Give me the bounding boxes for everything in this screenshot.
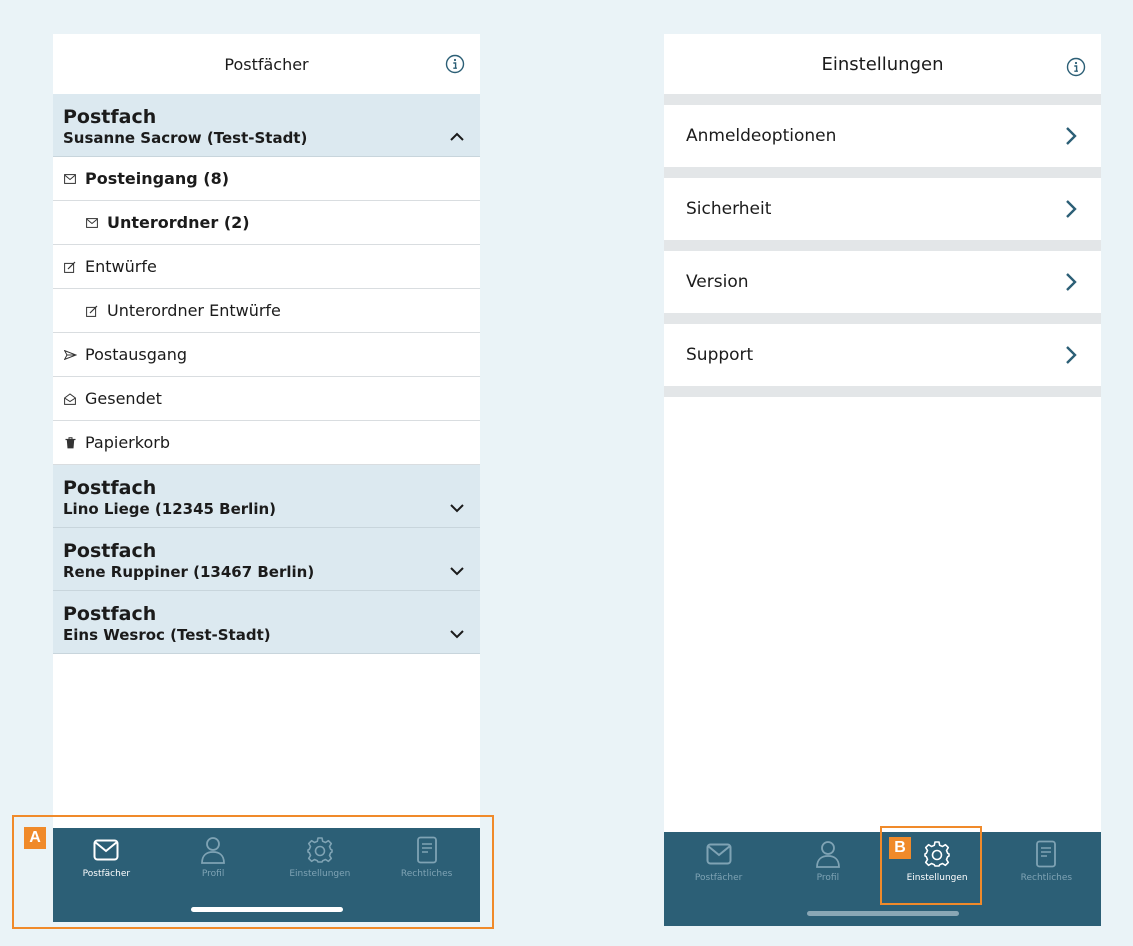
chevron-right-icon <box>1063 199 1079 219</box>
home-indicator <box>806 911 959 916</box>
tab-label: Postfächer <box>694 873 743 883</box>
mailbox-heading: Postfach <box>63 106 157 128</box>
envelope-icon <box>705 840 733 868</box>
folder-row-unterordner-entwuerfe[interactable]: Unterordner Entwürfe <box>53 289 480 333</box>
folder-row-postausgang[interactable]: Postausgang <box>53 333 480 377</box>
divider <box>664 167 1101 178</box>
top-bar: Einstellungen <box>664 34 1101 94</box>
open-envelope-icon <box>63 392 77 406</box>
tab-label: Profil <box>816 873 840 883</box>
tab-label: Rechtliches <box>1020 873 1073 883</box>
folder-label: Unterordner Entwürfe <box>107 301 281 320</box>
folder-label: Unterordner (2) <box>107 213 250 232</box>
folder-row-entwuerfe[interactable]: Entwürfe <box>53 245 480 289</box>
mailbox-owner: Eins Wesroc (Test-Stadt) <box>63 626 271 644</box>
callout-frame-a <box>12 815 494 929</box>
mailbox-heading: Postfach <box>63 540 157 562</box>
mailbox-owner: Rene Ruppiner (13467 Berlin) <box>63 563 315 581</box>
chevron-up-icon[interactable] <box>448 128 466 146</box>
folder-row-papierkorb[interactable]: Papierkorb <box>53 421 480 465</box>
settings-item-sicherheit[interactable]: Sicherheit <box>664 178 1101 240</box>
trash-icon <box>63 436 77 450</box>
mailbox-header-collapsed[interactable]: Postfach Eins Wesroc (Test-Stadt) <box>53 591 480 654</box>
edit-icon <box>63 260 77 274</box>
info-icon[interactable] <box>1065 56 1087 78</box>
top-bar: Postfächer <box>53 34 480 94</box>
settings-item-support[interactable]: Support <box>664 324 1101 386</box>
send-icon <box>63 348 77 362</box>
folder-row-gesendet[interactable]: Gesendet <box>53 377 480 421</box>
settings-item-anmeldeoptionen[interactable]: Anmeldeoptionen <box>664 105 1101 167</box>
folder-label: Postausgang <box>85 345 188 364</box>
chevron-right-icon <box>1063 126 1079 146</box>
document-icon <box>1032 840 1060 868</box>
page-title: Einstellungen <box>821 53 944 75</box>
mailbox-heading: Postfach <box>63 477 157 499</box>
mailbox-owner: Lino Liege (12345 Berlin) <box>63 500 276 518</box>
folder-label: Entwürfe <box>85 257 157 276</box>
folder-row-unterordner[interactable]: Unterordner (2) <box>53 201 480 245</box>
tab-rechtliches[interactable]: Rechtliches <box>992 840 1101 926</box>
divider <box>664 240 1101 251</box>
divider <box>664 386 1101 397</box>
settings-item-label: Sicherheit <box>686 199 772 219</box>
chevron-down-icon[interactable] <box>448 562 466 580</box>
mailbox-header-collapsed[interactable]: Postfach Rene Ruppiner (13467 Berlin) <box>53 528 480 591</box>
user-icon <box>814 840 842 868</box>
info-icon[interactable] <box>444 53 466 75</box>
folder-label: Gesendet <box>85 389 162 408</box>
edit-icon <box>85 304 99 318</box>
settings-item-version[interactable]: Version <box>664 251 1101 313</box>
tab-postfaecher[interactable]: Postfächer <box>664 840 773 926</box>
mailbox-heading: Postfach <box>63 603 157 625</box>
page-title: Postfächer <box>224 54 309 74</box>
chevron-right-icon <box>1063 272 1079 292</box>
chevron-down-icon[interactable] <box>448 499 466 517</box>
callout-badge-a: A <box>24 827 46 849</box>
settings-screen: Einstellungen Anmeldeoptionen Sicherheit… <box>664 34 1101 926</box>
mailboxes-screen: Postfächer Postfach Susanne Sacrow (Test… <box>53 34 480 922</box>
envelope-icon <box>85 216 99 230</box>
folder-row-posteingang[interactable]: Posteingang (8) <box>53 157 480 201</box>
mailbox-owner: Susanne Sacrow (Test-Stadt) <box>63 129 308 147</box>
settings-item-label: Version <box>686 272 749 292</box>
callout-badge-b: B <box>889 837 911 859</box>
settings-item-label: Anmeldeoptionen <box>686 126 837 146</box>
divider <box>664 94 1101 105</box>
divider <box>664 313 1101 324</box>
settings-item-label: Support <box>686 345 754 365</box>
chevron-right-icon <box>1063 345 1079 365</box>
chevron-down-icon[interactable] <box>448 625 466 643</box>
envelope-icon <box>63 172 77 186</box>
mailbox-header-expanded[interactable]: Postfach Susanne Sacrow (Test-Stadt) <box>53 94 480 157</box>
folder-label: Posteingang (8) <box>85 169 230 188</box>
folder-label: Papierkorb <box>85 433 170 452</box>
mailbox-header-collapsed[interactable]: Postfach Lino Liege (12345 Berlin) <box>53 465 480 528</box>
